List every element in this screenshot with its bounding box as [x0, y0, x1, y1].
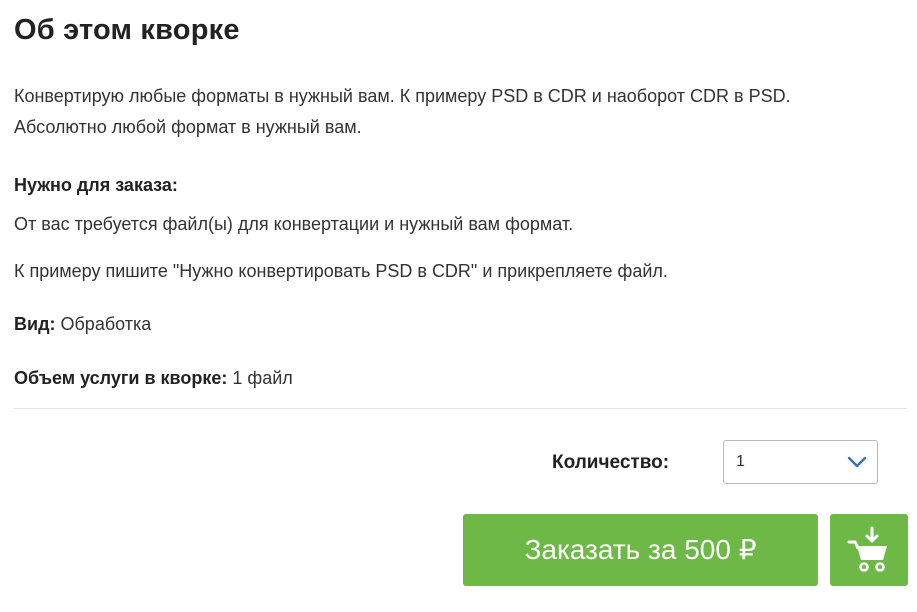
section-title: Об этом кворке: [14, 14, 240, 46]
quantity-select[interactable]: 1: [723, 440, 878, 484]
description: Конвертирую любые форматы в нужный вам. …: [14, 81, 914, 143]
description-line: Абсолютно любой формат в нужный вам.: [14, 117, 362, 137]
property-volume-value: 1 файл: [232, 368, 293, 388]
property-kind: Вид: Обработка: [14, 314, 151, 335]
divider: [14, 408, 907, 409]
requirements-line: От вас требуется файл(ы) для конвертации…: [14, 214, 574, 234]
quantity-value: 1: [736, 453, 745, 470]
property-volume-label: Объем услуги в кворке:: [14, 368, 228, 388]
quantity-label: Количество:: [552, 452, 670, 473]
property-kind-value: Обработка: [60, 314, 152, 334]
add-to-cart-button[interactable]: [830, 514, 908, 586]
property-volume: Объем услуги в кворке: 1 файл: [14, 368, 293, 389]
chevron-down-icon: [847, 456, 867, 468]
requirements-title: Нужно для заказа:: [14, 175, 178, 195]
add-to-cart-icon: [847, 526, 887, 572]
property-kind-label: Вид:: [14, 314, 56, 334]
description-line: Конвертирую любые форматы в нужный вам. …: [14, 86, 791, 106]
order-button[interactable]: Заказать за 500 ₽: [463, 514, 818, 586]
requirements-line: К примеру пишите "Нужно конвертировать P…: [14, 261, 668, 281]
